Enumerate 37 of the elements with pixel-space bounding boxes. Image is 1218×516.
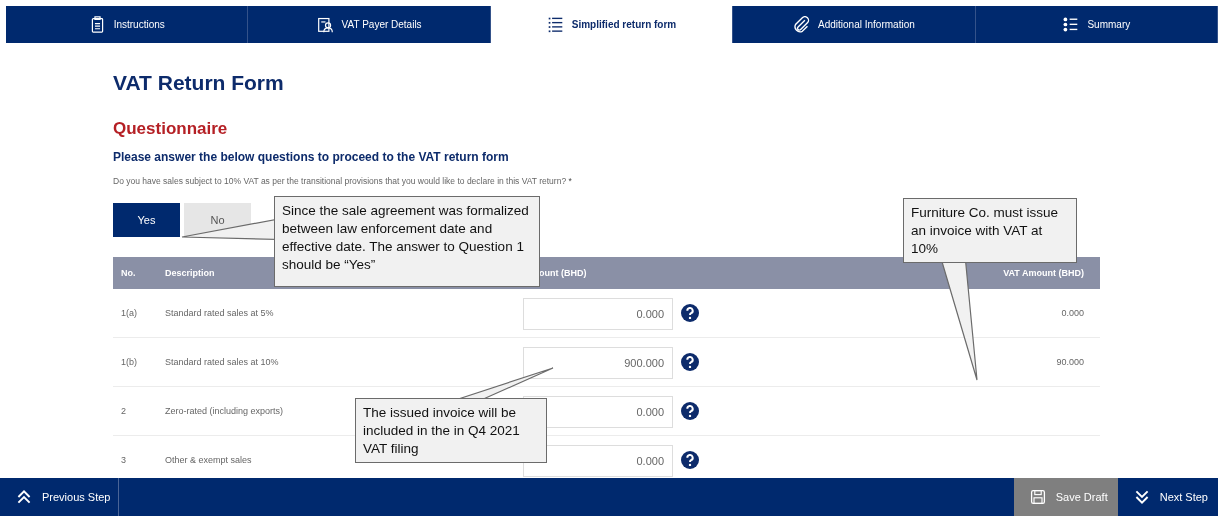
- row-number: 2: [121, 406, 126, 416]
- question-text: Do you have sales subject to 10% VAT as per the transitional provisions that you would like to declare in this VAT return? *: [113, 176, 573, 186]
- row-number: 3: [121, 455, 126, 465]
- row-description: Zero-rated (including exports): [165, 406, 284, 416]
- amount-field[interactable]: 0.000: [523, 298, 673, 330]
- instruction-text: Please answer the below questions to proceed to the VAT return form: [113, 150, 510, 164]
- page-title: VAT Return Form: [113, 71, 285, 95]
- double-chevron-up-icon: [16, 489, 32, 505]
- tab[interactable]: Summary: [975, 6, 1218, 43]
- section-heading: Questionnaire: [113, 119, 229, 139]
- answer-button[interactable]: Yes: [113, 203, 180, 237]
- column-header: No.: [120, 268, 137, 278]
- vat-amount: 90.000: [1055, 356, 1085, 367]
- tab[interactable]: VAT Payer Details: [248, 6, 491, 43]
- paperclip-icon: [793, 16, 811, 33]
- help-icon[interactable]: [681, 353, 699, 371]
- row-description: Standard rated sales at 5%: [165, 308, 274, 318]
- row-number: 1(b): [121, 357, 137, 367]
- column-header: Description: [165, 268, 216, 278]
- help-icon[interactable]: [681, 304, 699, 322]
- double-chevron-down-icon: [1133, 489, 1150, 505]
- tab[interactable]: Instructions: [6, 6, 249, 43]
- tab[interactable]: Additional Information: [733, 6, 976, 43]
- vat-amount: 0.000: [1060, 307, 1085, 318]
- help-icon[interactable]: [681, 402, 699, 420]
- list-icon: [546, 16, 564, 33]
- person-card-icon: [316, 16, 334, 33]
- row-description: Other & exempt sales: [165, 455, 252, 465]
- amount-field[interactable]: 900.000: [523, 347, 673, 379]
- column-header: VAT Amount (BHD): [1002, 268, 1085, 278]
- column-header: ount (BHD): [538, 268, 588, 278]
- help-icon[interactable]: [681, 451, 699, 469]
- callout-tooltip: Since the sale agreement was formalized between law enforcement date and effective date. The answer to Question 1 should be “Yes”: [274, 196, 540, 287]
- row-number: 1(a): [121, 308, 137, 318]
- bullet-list-icon: [1062, 16, 1080, 33]
- save-draft-button[interactable]: Save Draft: [1013, 478, 1118, 516]
- row-description: Standard rated sales at 10%: [165, 357, 279, 367]
